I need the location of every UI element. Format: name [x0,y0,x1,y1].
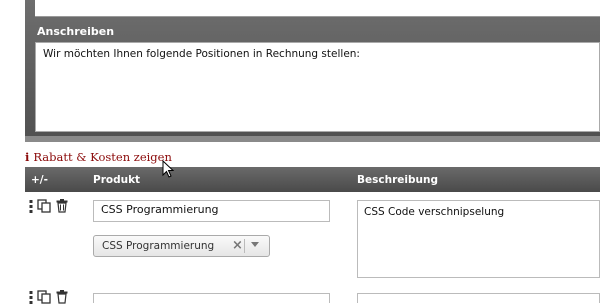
product-input[interactable] [93,293,330,303]
letter-textarea[interactable]: Wir möchten Ihnen folgende Positionen in… [35,42,600,132]
trash-icon[interactable] [56,199,68,213]
chevron-down-icon[interactable] [251,242,259,247]
column-header-add-remove: +/- [31,174,48,186]
column-header-description: Beschreibung [357,174,438,186]
product-input[interactable]: CSS Programmierung [93,200,330,222]
mouse-cursor-icon [162,160,174,178]
product-select[interactable]: CSS Programmierung × [93,235,270,257]
copy-icon[interactable] [37,199,52,213]
panel-shade [25,136,600,142]
product-select-value: CSS Programmierung [102,240,215,252]
info-icon: i [25,150,30,164]
clear-icon[interactable]: × [232,238,243,253]
positions-table-header: +/- Produkt Beschreibung [25,167,600,192]
description-textarea[interactable] [357,293,600,303]
description-textarea[interactable]: CSS Code verschnipselung [357,200,600,278]
previous-field[interactable] [35,0,600,17]
toggle-link-label: Rabatt & Kosten zeigen [33,150,172,164]
select-divider [244,239,245,253]
drag-handle-icon[interactable] [29,199,33,213]
drag-handle-icon[interactable] [29,290,33,304]
letter-panel: Anschreiben Wir möchten Ihnen folgende P… [25,0,600,142]
trash-icon[interactable] [56,290,68,304]
copy-icon[interactable] [37,290,52,304]
letter-section-label: Anschreiben [37,25,115,38]
row-tools [29,290,68,304]
row-tools [29,199,68,213]
toggle-discount-costs-link[interactable]: i Rabatt & Kosten zeigen [25,150,172,164]
column-header-product: Produkt [93,174,141,186]
